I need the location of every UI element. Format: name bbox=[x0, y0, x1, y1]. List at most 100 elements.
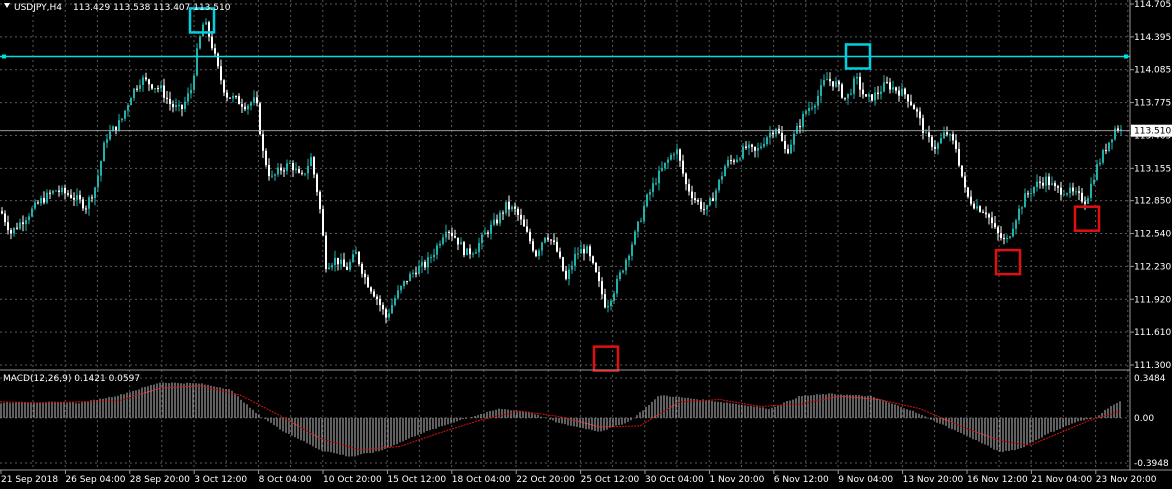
bear-candle bbox=[919, 111, 921, 119]
bear-candle bbox=[283, 170, 285, 172]
bear-candle bbox=[223, 80, 225, 93]
bull-candle bbox=[196, 48, 198, 76]
usdjpy-h4-chart[interactable]: 114.705114.395114.085113.775113.465113.1… bbox=[0, 0, 1172, 489]
bull-candle bbox=[142, 77, 144, 86]
bear-candle bbox=[214, 48, 216, 54]
bear-candle bbox=[151, 84, 153, 89]
bear-candle bbox=[910, 101, 912, 106]
bull-candle bbox=[442, 237, 444, 244]
bull-candle bbox=[418, 266, 420, 275]
bear-candle bbox=[451, 232, 453, 237]
bear-candle bbox=[256, 97, 258, 104]
bear-candle bbox=[973, 203, 975, 209]
bear-candle bbox=[7, 222, 9, 231]
bear-candle bbox=[547, 237, 549, 240]
bull-candle bbox=[721, 176, 723, 180]
bear-candle bbox=[1048, 176, 1050, 186]
bear-candle bbox=[700, 201, 702, 210]
bull-candle bbox=[736, 159, 738, 162]
bear-candle bbox=[946, 132, 948, 135]
bull-candle bbox=[574, 253, 576, 266]
bear-candle bbox=[172, 104, 174, 108]
time-tick-label: 30 Oct 04:00 bbox=[645, 475, 704, 485]
bear-candle bbox=[382, 304, 384, 310]
bull-candle bbox=[490, 224, 492, 234]
bull-candle bbox=[349, 261, 351, 270]
bear-candle bbox=[1027, 193, 1029, 195]
bull-candle bbox=[718, 179, 720, 191]
bull-candle bbox=[271, 175, 273, 177]
bull-candle bbox=[673, 154, 675, 156]
bear-candle bbox=[595, 262, 597, 273]
bull-candle bbox=[610, 300, 612, 306]
bull-candle bbox=[388, 313, 390, 318]
bear-candle bbox=[991, 217, 993, 224]
bear-candle bbox=[229, 97, 231, 99]
bull-candle bbox=[55, 190, 57, 192]
bull-candle bbox=[805, 110, 807, 114]
bear-candle bbox=[496, 219, 498, 224]
bull-candle bbox=[613, 293, 615, 301]
bull-candle bbox=[796, 126, 798, 134]
bull-candle bbox=[937, 143, 939, 149]
current-price-label: 113.510 bbox=[1134, 127, 1171, 137]
bull-candle bbox=[874, 92, 876, 101]
bull-candle bbox=[1108, 142, 1110, 151]
bull-candle bbox=[739, 158, 741, 160]
bull-candle bbox=[667, 159, 669, 163]
bear-candle bbox=[889, 82, 891, 90]
bear-candle bbox=[424, 261, 426, 268]
bear-candle bbox=[280, 167, 282, 171]
bull-candle bbox=[1030, 193, 1032, 195]
bull-candle bbox=[205, 22, 207, 25]
bear-candle bbox=[316, 174, 318, 192]
bear-candle bbox=[262, 134, 264, 151]
bear-candle bbox=[784, 140, 786, 150]
bull-candle bbox=[106, 139, 108, 143]
bear-candle bbox=[49, 192, 51, 194]
bear-candle bbox=[346, 266, 348, 270]
bull-candle bbox=[709, 198, 711, 206]
bear-candle bbox=[1057, 186, 1059, 188]
time-tick-label: 3 Oct 12:00 bbox=[194, 475, 247, 485]
bull-candle bbox=[436, 245, 438, 255]
bull-candle bbox=[577, 253, 579, 255]
bear-candle bbox=[520, 214, 522, 220]
bear-candle bbox=[67, 193, 69, 195]
bull-candle bbox=[607, 305, 609, 308]
bull-candle bbox=[727, 159, 729, 167]
bull-candle bbox=[823, 80, 825, 86]
bull-candle bbox=[664, 162, 666, 169]
bull-candle bbox=[643, 206, 645, 221]
bear-candle bbox=[904, 88, 906, 95]
bull-candle bbox=[310, 157, 312, 167]
bear-candle bbox=[694, 198, 696, 200]
bull-candle bbox=[340, 259, 342, 265]
bear-candle bbox=[928, 132, 930, 137]
bull-candle bbox=[430, 257, 432, 259]
bull-candle bbox=[484, 232, 486, 235]
bull-candle bbox=[853, 78, 855, 94]
bear-candle bbox=[1072, 187, 1074, 192]
bull-candle bbox=[1012, 228, 1014, 237]
bear-candle bbox=[679, 149, 681, 161]
macd-tick-label: 0.00 bbox=[1134, 414, 1154, 424]
bull-candle bbox=[178, 104, 180, 106]
bear-candle bbox=[298, 169, 300, 173]
bull-candle bbox=[121, 118, 123, 121]
bull-candle bbox=[940, 138, 942, 144]
bull-candle bbox=[400, 285, 402, 291]
bear-candle bbox=[985, 212, 987, 215]
bull-candle bbox=[586, 246, 588, 254]
bull-candle bbox=[1036, 181, 1038, 188]
bear-candle bbox=[526, 226, 528, 232]
bull-candle bbox=[187, 93, 189, 102]
bull-candle bbox=[130, 98, 132, 106]
time-tick-label: 13 Nov 20:00 bbox=[903, 475, 964, 485]
bull-candle bbox=[652, 183, 654, 193]
bear-candle bbox=[1081, 192, 1083, 202]
bear-candle bbox=[1042, 182, 1044, 186]
bull-candle bbox=[949, 134, 951, 136]
bear-candle bbox=[514, 206, 516, 209]
bear-candle bbox=[523, 219, 525, 227]
